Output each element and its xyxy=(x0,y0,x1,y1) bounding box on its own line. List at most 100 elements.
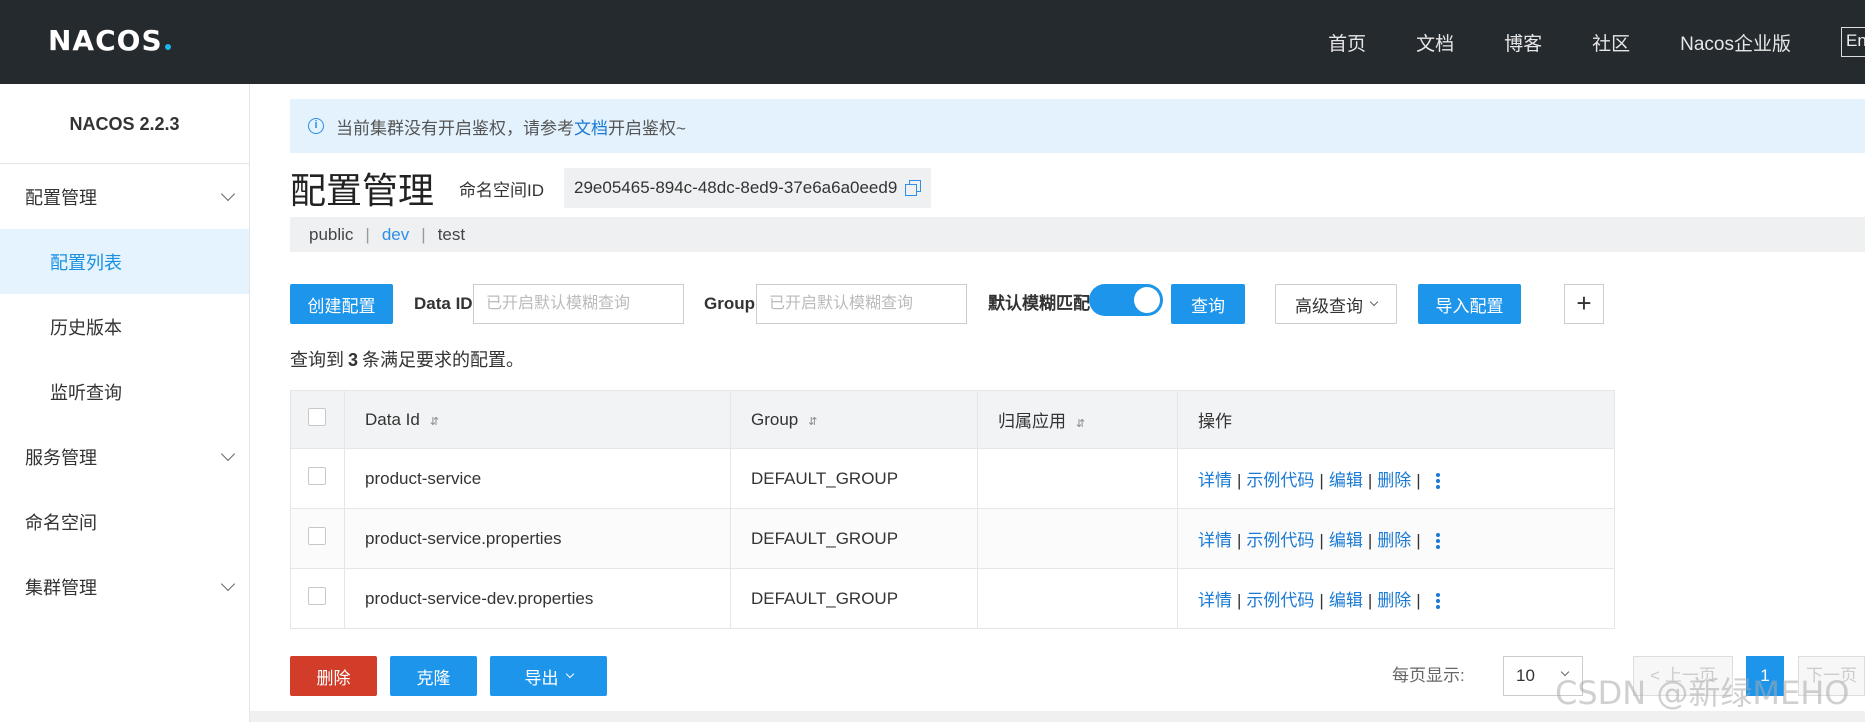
cell-group: DEFAULT_GROUP xyxy=(730,568,978,629)
nav-blog[interactable]: 博客 xyxy=(1504,29,1542,56)
delete-button[interactable]: 删除 xyxy=(290,656,377,696)
cell-ops: 详情 | 示例代码 | 编辑 | 删除 | xyxy=(1177,508,1615,569)
edit-link[interactable]: 编辑 xyxy=(1329,531,1363,550)
group-label: Group xyxy=(704,294,755,313)
tab-divider: | xyxy=(365,224,370,244)
namespace-id-value: 29e05465-894c-48dc-8ed9-37e6a6a0eed9 xyxy=(574,178,898,197)
nacos-logo[interactable]: NACOS xyxy=(48,22,171,58)
chevron-down-icon xyxy=(1369,297,1379,307)
cell-ops: 详情 | 示例代码 | 编辑 | 删除 | xyxy=(1177,448,1615,509)
sidebar-item-history[interactable]: 历史版本 xyxy=(0,294,249,359)
page-size-value: 10 xyxy=(1516,666,1535,685)
row-checkbox[interactable] xyxy=(308,527,326,545)
more-vertical-icon[interactable] xyxy=(1435,531,1440,551)
table-row: product-service.properties DEFAULT_GROUP… xyxy=(290,508,1615,569)
cell-data-id: product-service-dev.properties xyxy=(344,568,731,629)
sort-icon[interactable]: ⇵ xyxy=(808,416,817,428)
group-search-input[interactable]: 已开启默认模糊查询 xyxy=(756,284,967,324)
sidebar-item-listener-query[interactable]: 监听查询 xyxy=(0,359,249,424)
export-dropdown-button[interactable]: 导出 xyxy=(490,656,607,696)
sidebar: NACOS 2.2.3 配置管理 配置列表 历史版本 监听查询 服务管理 命名空… xyxy=(0,84,250,722)
sidebar-item-label: 配置列表 xyxy=(50,252,122,273)
nav-docs[interactable]: 文档 xyxy=(1416,29,1454,56)
namespace-tab-public[interactable]: public xyxy=(309,225,353,245)
result-prefix: 查询到 xyxy=(290,350,344,370)
cell-data-id: product-service.properties xyxy=(344,508,731,569)
sidebar-item-config-management[interactable]: 配置管理 xyxy=(0,164,249,229)
delete-link[interactable]: 删除 xyxy=(1377,471,1411,490)
op-divider: | xyxy=(1237,470,1242,490)
op-divider: | xyxy=(1416,530,1421,550)
import-config-button[interactable]: 导入配置 xyxy=(1418,284,1521,324)
op-divider: | xyxy=(1319,530,1324,550)
sample-code-link[interactable]: 示例代码 xyxy=(1246,591,1314,610)
row-checkbox[interactable] xyxy=(308,467,326,485)
page-size-label: 每页显示: xyxy=(1392,666,1465,685)
page-title: 配置管理 xyxy=(290,170,435,211)
cell-app xyxy=(977,448,1178,509)
select-all-checkbox[interactable] xyxy=(308,408,326,426)
result-summary: 查询到 3 条满足要求的配置。 xyxy=(290,346,524,372)
nav-home[interactable]: 首页 xyxy=(1328,29,1366,56)
info-icon: i xyxy=(308,118,324,134)
sidebar-item-config-list[interactable]: 配置列表 xyxy=(0,229,249,294)
query-button[interactable]: 查询 xyxy=(1171,284,1245,324)
delete-link[interactable]: 删除 xyxy=(1377,531,1411,550)
top-navbar: NACOS 首页 文档 博客 社区 Nacos企业版 En xyxy=(0,0,1865,84)
sidebar-item-label: 配置管理 xyxy=(25,187,97,208)
notice-suffix: 开启鉴权~ xyxy=(608,118,686,138)
sort-icon[interactable]: ⇵ xyxy=(1076,418,1085,430)
namespace-id-label: 命名空间ID xyxy=(459,180,545,200)
language-switch-button[interactable]: En xyxy=(1841,27,1865,57)
header-group[interactable]: Group ⇵ xyxy=(730,390,978,449)
advanced-query-dropdown[interactable]: 高级查询 xyxy=(1275,284,1397,324)
header-data-id[interactable]: Data Id ⇵ xyxy=(344,390,731,449)
details-link[interactable]: 详情 xyxy=(1198,591,1232,610)
edit-link[interactable]: 编辑 xyxy=(1329,591,1363,610)
row-select-cell xyxy=(290,568,345,629)
advanced-query-label: 高级查询 xyxy=(1295,296,1363,316)
cell-app xyxy=(977,568,1178,629)
search-toolbar: 创建配置 Data ID 已开启默认模糊查询 Group 已开启默认模糊查询 默… xyxy=(290,284,1865,324)
delete-link[interactable]: 删除 xyxy=(1377,591,1411,610)
more-vertical-icon[interactable] xyxy=(1435,591,1440,611)
row-select-cell xyxy=(290,448,345,509)
fuzzy-match-toggle[interactable] xyxy=(1089,284,1163,316)
chevron-down-icon xyxy=(565,669,574,679)
sort-icon[interactable]: ⇵ xyxy=(430,416,439,428)
header-app[interactable]: 归属应用 ⇵ xyxy=(977,390,1178,449)
sample-code-link[interactable]: 示例代码 xyxy=(1246,471,1314,490)
edit-link[interactable]: 编辑 xyxy=(1329,471,1363,490)
clone-button[interactable]: 克隆 xyxy=(390,656,477,696)
table-row: product-service DEFAULT_GROUP 详情 | 示例代码 | 编辑… xyxy=(290,448,1615,509)
row-checkbox[interactable] xyxy=(308,587,326,605)
notice-doc-link[interactable]: 文档 xyxy=(574,114,608,139)
create-config-button[interactable]: 创建配置 xyxy=(290,284,393,324)
version-label: NACOS 2.2.3 xyxy=(0,84,249,164)
sidebar-item-cluster-management[interactable]: 集群管理 xyxy=(0,554,249,619)
dataid-search-input[interactable]: 已开启默认模糊查询 xyxy=(473,284,684,324)
sidebar-item-label: 服务管理 xyxy=(25,447,97,468)
csdn-watermark: CSDN @新绿MEHO xyxy=(1555,674,1850,712)
sample-code-link[interactable]: 示例代码 xyxy=(1246,531,1314,550)
op-divider: | xyxy=(1319,470,1324,490)
sidebar-item-service-management[interactable]: 服务管理 xyxy=(0,424,249,489)
details-link[interactable]: 详情 xyxy=(1198,471,1232,490)
add-icon[interactable]: + xyxy=(1564,284,1604,324)
cell-data-id: product-service xyxy=(344,448,731,509)
nav-community[interactable]: 社区 xyxy=(1592,29,1630,56)
namespace-tab-test[interactable]: test xyxy=(438,225,465,245)
op-divider: | xyxy=(1237,530,1242,550)
sidebar-item-label: 历史版本 xyxy=(50,317,122,338)
config-table: Data Id ⇵ Group ⇵ 归属应用 ⇵ 操作 product-service… xyxy=(290,390,1615,629)
more-vertical-icon[interactable] xyxy=(1435,471,1440,491)
namespace-tab-dev[interactable]: dev xyxy=(382,225,409,245)
header-label: Data Id xyxy=(365,409,420,429)
op-divider: | xyxy=(1416,590,1421,610)
nav-enterprise[interactable]: Nacos企业版 xyxy=(1680,29,1791,56)
sidebar-item-namespace[interactable]: 命名空间 xyxy=(0,489,249,554)
select-all-cell xyxy=(290,390,345,449)
header-label: Group xyxy=(751,409,799,429)
details-link[interactable]: 详情 xyxy=(1198,531,1232,550)
copy-icon[interactable] xyxy=(905,180,922,196)
